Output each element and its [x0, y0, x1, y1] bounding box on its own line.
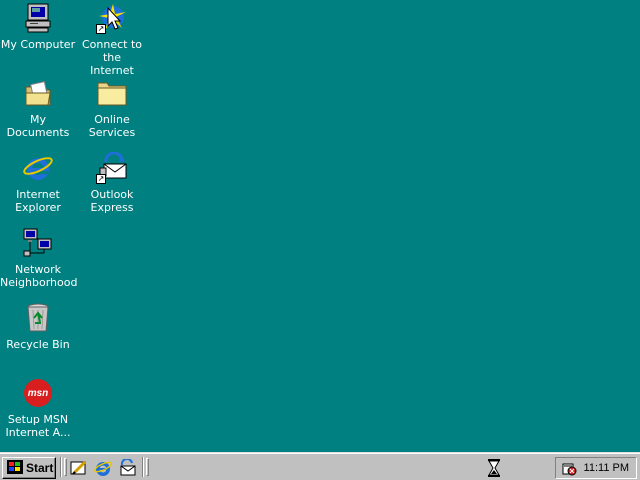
volume-icon[interactable]: [561, 460, 577, 476]
internet-explorer-icon: [22, 152, 54, 184]
desktop-icon-label: Network Neighborhood: [0, 263, 78, 289]
desktop-icon-label: Online Services: [88, 113, 136, 139]
network-icon: [22, 227, 54, 259]
clock[interactable]: 11:11 PM: [584, 462, 629, 474]
desktop-icon-recycle-bin[interactable]: Recycle Bin: [0, 302, 76, 351]
svg-text:msn: msn: [28, 388, 49, 399]
taskbar: Start 11:11 PM: [0, 452, 640, 480]
recycle-bin-icon: [22, 302, 54, 334]
task-area-grip[interactable]: [146, 458, 149, 476]
desktop-icon-label: My Documents: [6, 113, 70, 139]
desktop-icon-label: My Computer: [0, 38, 76, 51]
start-label: Start: [26, 461, 54, 475]
desktop-icon-label: Setup MSN Internet A...: [5, 413, 71, 439]
hourglass-icon: [486, 459, 502, 477]
desktop-icon-my-computer[interactable]: My Computer: [0, 2, 76, 51]
desktop-icon-outlook-express[interactable]: ↗ Outlook Express: [74, 151, 150, 214]
quick-launch-grip[interactable]: [64, 458, 67, 476]
start-button[interactable]: Start: [2, 457, 56, 479]
system-tray: 11:11 PM: [555, 457, 637, 479]
desktop: My Computer My Documents Internet Explor…: [0, 0, 640, 452]
desktop-icon-connect-to-internet[interactable]: ↗ Connect to the Internet: [74, 2, 150, 77]
taskbar-separator: [60, 457, 62, 477]
outlook-express-icon: ↗: [96, 151, 128, 184]
desktop-icon-label: Connect to the Internet: [81, 38, 143, 77]
desktop-icon-label: Recycle Bin: [6, 338, 70, 351]
windows-logo-icon: [7, 459, 23, 477]
show-desktop-icon[interactable]: [70, 459, 88, 477]
desktop-icon-network-neighborhood[interactable]: Network Neighborhood: [0, 227, 78, 289]
desktop-icon-online-services[interactable]: Online Services: [74, 77, 150, 139]
connect-internet-icon: ↗: [96, 2, 128, 34]
computer-icon: [22, 2, 54, 34]
quick-launch-outlook-express-icon[interactable]: [118, 457, 136, 477]
shortcut-arrow-icon: ↗: [96, 24, 106, 34]
desktop-icon-internet-explorer[interactable]: Internet Explorer: [0, 152, 76, 214]
folder-icon: [96, 77, 128, 109]
desktop-icon-label: Internet Explorer: [15, 188, 61, 214]
quick-launch-internet-explorer-icon[interactable]: [94, 459, 112, 477]
taskbar-separator: [142, 457, 144, 477]
desktop-icon-setup-msn[interactable]: msn Setup MSN Internet A...: [0, 377, 76, 439]
desktop-icon-my-documents[interactable]: My Documents: [0, 77, 76, 139]
msn-icon: msn: [22, 377, 54, 409]
desktop-icon-label: Outlook Express: [90, 188, 134, 214]
shortcut-arrow-icon: ↗: [96, 174, 106, 184]
folder-documents-icon: [22, 77, 54, 109]
